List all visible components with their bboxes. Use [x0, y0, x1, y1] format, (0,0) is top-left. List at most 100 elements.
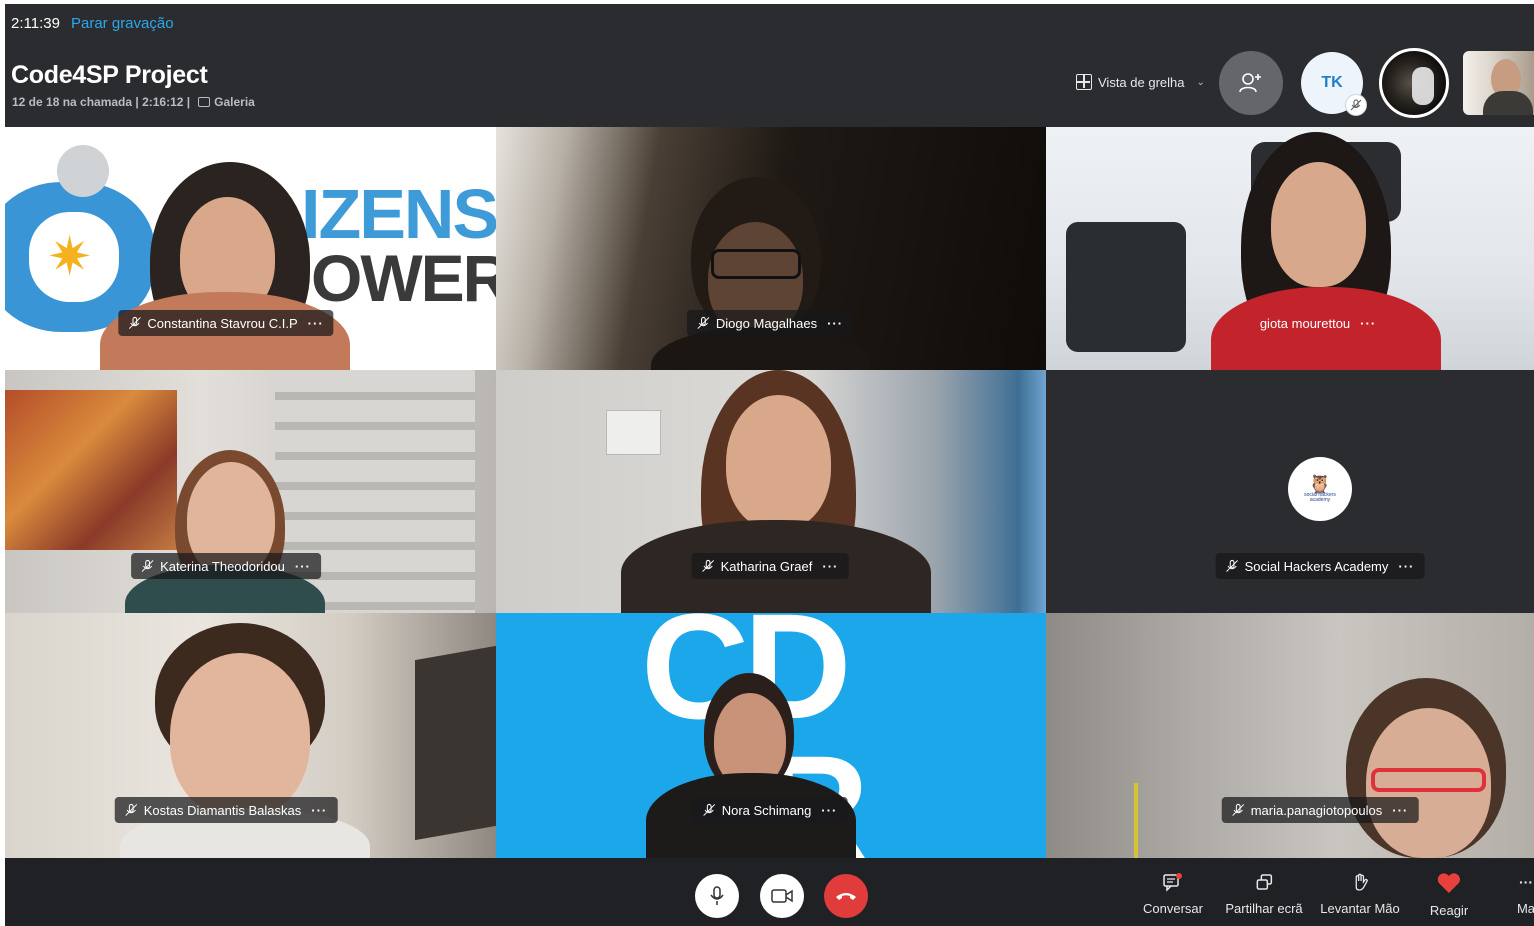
- participant-name: maria.panagiotopoulos: [1250, 802, 1383, 818]
- call-header: 2:11:39 Parar gravação Code4SP Project 1…: [5, 4, 1534, 127]
- hang-up-button[interactable]: [824, 874, 868, 918]
- participant-nameplate[interactable]: Social Hackers Academy ···: [1215, 553, 1425, 579]
- participant-nameplate[interactable]: giota mourettou ···: [1250, 310, 1386, 336]
- video-camera-icon: [771, 889, 793, 903]
- background-pole: [1134, 783, 1138, 858]
- react-button[interactable]: Reagir: [1430, 872, 1468, 918]
- raise-hand-label: Levantar Mão: [1320, 901, 1400, 916]
- mic-off-icon: [125, 803, 138, 816]
- add-participant-button[interactable]: [1219, 51, 1283, 115]
- video-tile-4[interactable]: Katerina Theodoridou ···: [5, 370, 496, 613]
- logo-text: social hackers academy: [1304, 491, 1336, 503]
- glasses: [711, 249, 801, 279]
- stop-recording-link[interactable]: Parar gravação: [71, 15, 174, 32]
- participant-nameplate[interactable]: Katharina Graef ···: [691, 553, 849, 579]
- participant-nameplate[interactable]: Diogo Magalhaes ···: [686, 310, 854, 336]
- mic-off-icon: [1226, 559, 1239, 572]
- participant-nameplate[interactable]: maria.panagiotopoulos ···: [1221, 797, 1419, 823]
- microphone-button[interactable]: [695, 874, 739, 918]
- avatar-initials: TK: [1321, 74, 1343, 91]
- mic-off-icon: [703, 803, 716, 816]
- participant-nameplate[interactable]: Constantina Stavrou C.I.P ···: [118, 310, 334, 336]
- participant-nameplate[interactable]: Katerina Theodoridou ···: [131, 553, 321, 579]
- office-chair: [1066, 222, 1186, 352]
- participants-info: 12 de 18 na chamada | 2:16:12 |: [12, 95, 191, 109]
- more-options-icon[interactable]: ···: [1398, 559, 1414, 574]
- heart-icon: [1437, 873, 1461, 893]
- mic-off-icon: [1232, 803, 1245, 816]
- chat-button[interactable]: Conversar: [1143, 872, 1203, 916]
- red-glasses: [1371, 768, 1486, 792]
- wall-calendar: [606, 410, 661, 455]
- call-title: Code4SP Project: [11, 61, 208, 89]
- camera-button[interactable]: [760, 874, 804, 918]
- star-icon: ✷: [47, 227, 93, 287]
- more-options-icon[interactable]: ···: [821, 803, 837, 818]
- avatar-participant-dark[interactable]: [1379, 48, 1449, 118]
- more-button[interactable]: ··· Ma: [1517, 872, 1534, 916]
- participant-nameplate[interactable]: Nora Schimang ···: [692, 797, 848, 823]
- person-face: [1271, 162, 1366, 287]
- owl-icon: 🦉: [1308, 473, 1332, 494]
- avatar-tk[interactable]: TK: [1301, 52, 1367, 116]
- person-face: [726, 395, 831, 530]
- participant-name: Constantina Stavrou C.I.P: [147, 315, 298, 331]
- video-tile-8[interactable]: CD R Nora Schimang ···: [496, 613, 1046, 858]
- raise-hand-button[interactable]: Levantar Mão: [1320, 872, 1400, 916]
- chevron-down-icon: ⌄: [1196, 76, 1205, 88]
- video-tile-7[interactable]: Kostas Diamantis Balaskas ···: [5, 613, 496, 858]
- share-screen-icon: [1256, 874, 1272, 890]
- more-options-icon[interactable]: ···: [311, 803, 327, 818]
- chat-icon: [1163, 873, 1182, 892]
- more-options-icon[interactable]: ···: [822, 559, 838, 574]
- phone-hangup-icon: [836, 893, 856, 900]
- add-person-icon: [1239, 73, 1261, 93]
- more-options-icon[interactable]: ···: [1392, 803, 1408, 818]
- more-options-icon[interactable]: ···: [827, 316, 843, 331]
- banner-text-bottom: OWER: [311, 241, 496, 315]
- participant-name: Katerina Theodoridou: [160, 558, 285, 574]
- participant-logo-avatar: 🦉 social hackers academy: [1288, 457, 1352, 521]
- banner-text-top: IZENS: [301, 175, 496, 253]
- more-options-icon[interactable]: ···: [1360, 316, 1376, 331]
- grid-icon: [1076, 74, 1092, 90]
- more-icon: ···: [1519, 874, 1533, 890]
- self-view-preview[interactable]: [1463, 51, 1534, 115]
- video-tile-3[interactable]: giota mourettou ···: [1046, 127, 1534, 370]
- view-mode-label: Galeria: [214, 95, 255, 109]
- mic-off-icon: [128, 316, 141, 329]
- recording-timer: 2:11:39: [11, 15, 60, 32]
- react-label: Reagir: [1429, 903, 1469, 918]
- more-label: Ma: [1516, 901, 1534, 916]
- wall-frame: [415, 645, 496, 841]
- share-screen-button[interactable]: Partilhar ecrã: [1225, 872, 1303, 916]
- video-tile-6[interactable]: 🦉 social hackers academy Social Hackers …: [1046, 370, 1534, 613]
- participant-name: Social Hackers Academy: [1244, 558, 1389, 574]
- person-face: [170, 653, 310, 818]
- more-options-icon[interactable]: ···: [308, 316, 324, 331]
- video-tile-9[interactable]: maria.panagiotopoulos ···: [1046, 613, 1534, 858]
- share-screen-label: Partilhar ecrã: [1225, 901, 1303, 916]
- call-controls-bar: Conversar Partilhar ecrã Levantar Mão Re…: [5, 858, 1534, 926]
- participant-name: Diogo Magalhaes: [715, 315, 818, 331]
- logo-dot: [57, 145, 109, 197]
- grid-view-label: Vista de grelha: [1098, 74, 1185, 90]
- mic-off-icon: [697, 316, 710, 329]
- video-tile-5[interactable]: Katharina Graef ···: [496, 370, 1046, 613]
- participant-name: Katharina Graef: [720, 558, 813, 574]
- more-options-icon[interactable]: ···: [295, 559, 311, 574]
- chat-label: Conversar: [1143, 901, 1203, 916]
- microphone-icon: [710, 886, 724, 905]
- video-tile-1[interactable]: ✷ IZENS OWER Constantina Stavrou C.I.P ·…: [5, 127, 496, 370]
- participant-name: Kostas Diamantis Balaskas: [143, 802, 302, 818]
- grid-view-toggle[interactable]: Vista de grelha ⌄: [1076, 74, 1205, 90]
- gallery-icon: [198, 97, 211, 107]
- wall-painting: [5, 390, 177, 550]
- mic-off-icon: [1345, 94, 1367, 116]
- participant-nameplate[interactable]: Kostas Diamantis Balaskas ···: [114, 797, 338, 823]
- call-subtitle: 12 de 18 na chamada | 2:16:12 | Galeria: [12, 95, 255, 109]
- mic-off-icon: [702, 559, 715, 572]
- video-tile-2[interactable]: Diogo Magalhaes ···: [496, 127, 1046, 370]
- mic-off-icon: [141, 559, 154, 572]
- video-grid: ✷ IZENS OWER Constantina Stavrou C.I.P ·…: [5, 127, 1534, 858]
